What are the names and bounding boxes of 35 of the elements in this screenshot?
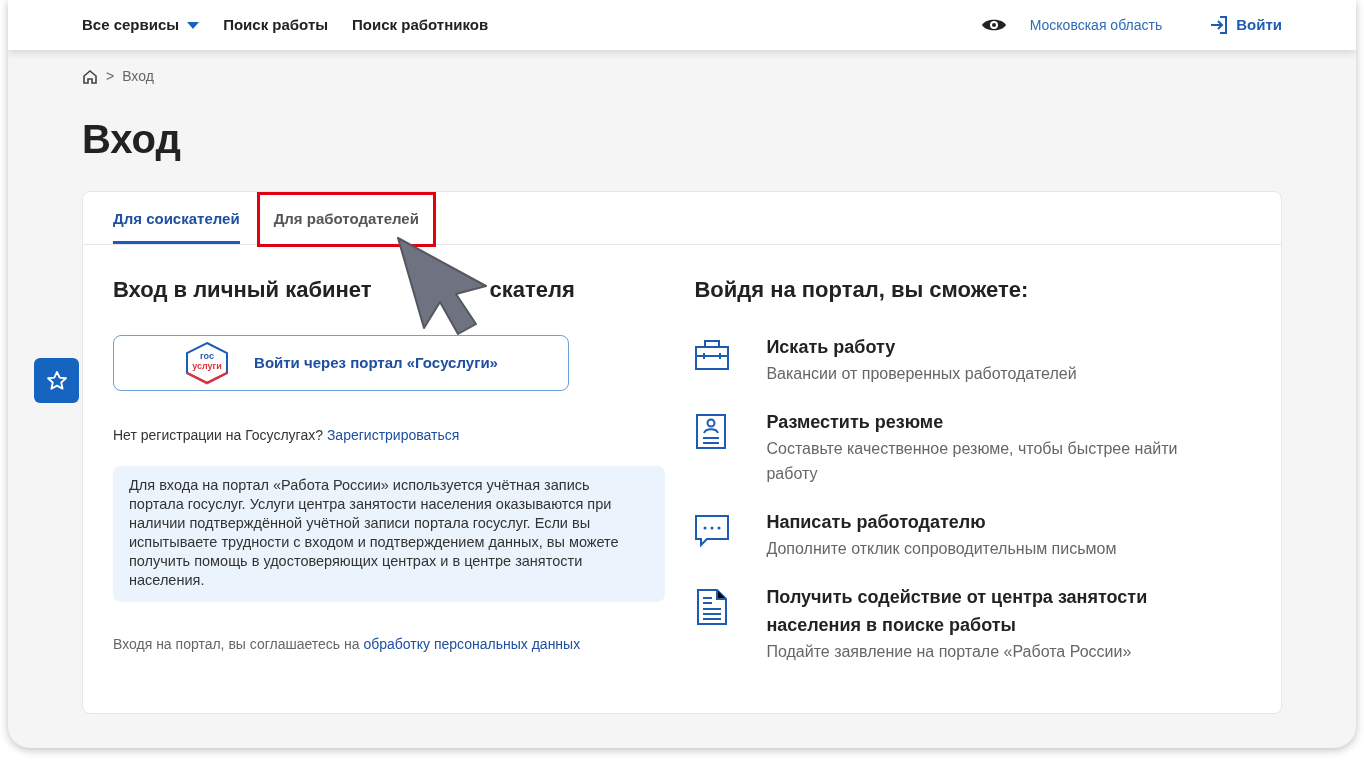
- feature-description: Дополните отклик сопроводительным письмом: [766, 538, 1118, 559]
- feature-title: Написать работодателю: [766, 510, 987, 534]
- page-title: Вход: [82, 116, 182, 163]
- feature-description: Составьте качественное резюме, чтобы быстрее найти работу: [766, 438, 1179, 484]
- eye-icon[interactable]: [981, 17, 1006, 33]
- info-notice: Для входа на портал «Работа России» используется учётная запись портала госуслуг. Услуги центра занятости населения оказываются при наличии подтверждённой учётной записи портала госуслуг. Если вы испытываете трудности с входом и подтверждением данных, вы можете получить помощь в удостоверяющих центрах и в центре занятости населения.: [113, 465, 665, 602]
- star-icon: [45, 369, 68, 392]
- tab[interactable]: Для соискателей: [113, 192, 240, 244]
- gosuslugi-logo: гос услуги: [184, 340, 231, 385]
- favorites-button[interactable]: [34, 358, 79, 403]
- feature-title: Получить содействие от центра занятости населения в поиске работы: [766, 585, 1149, 637]
- login-icon: [1210, 16, 1229, 34]
- nav-link[interactable]: Поиск работы: [223, 13, 329, 37]
- consent-text: Входя на портал, вы соглашаетесь на обработку персональных данных: [113, 634, 582, 654]
- tab[interactable]: Для работодателей: [259, 195, 433, 244]
- section-heading: Вход в личный кабинет: [113, 276, 372, 303]
- chat-bubble-icon: [694, 513, 731, 550]
- feature-description: Подайте заявление на портале «Работа России»: [766, 641, 1133, 662]
- breadcrumb-separator: >: [106, 67, 115, 86]
- region-link[interactable]: Московская область: [1029, 14, 1163, 36]
- section-heading: Войдя на портал, вы сможете:: [694, 276, 1030, 303]
- consent-link[interactable]: обработку персональных данных: [363, 635, 581, 652]
- register-link[interactable]: Зарегистрироваться: [326, 426, 460, 443]
- login-link[interactable]: Войти: [1210, 13, 1282, 37]
- gosuslugi-button[interactable]: гос услуги Войти через портал «Госуслуги»: [113, 334, 569, 391]
- feature-title: Искать работу: [766, 335, 897, 359]
- home-icon[interactable]: [82, 68, 98, 85]
- breadcrumb-item: Вход: [122, 67, 154, 86]
- services-menu[interactable]: Все сервисы: [82, 13, 200, 37]
- registration-prompt: Нет регистрации на Госуслугах? Зарегистрироваться: [113, 425, 461, 445]
- section-heading: скателя: [489, 276, 575, 303]
- feature-title: Разместить резюме: [766, 410, 945, 434]
- nav-link[interactable]: Поиск работников: [352, 13, 489, 37]
- caret-icon: [187, 21, 200, 29]
- feature-description: Вакансии от проверенных работодателей: [766, 363, 1078, 384]
